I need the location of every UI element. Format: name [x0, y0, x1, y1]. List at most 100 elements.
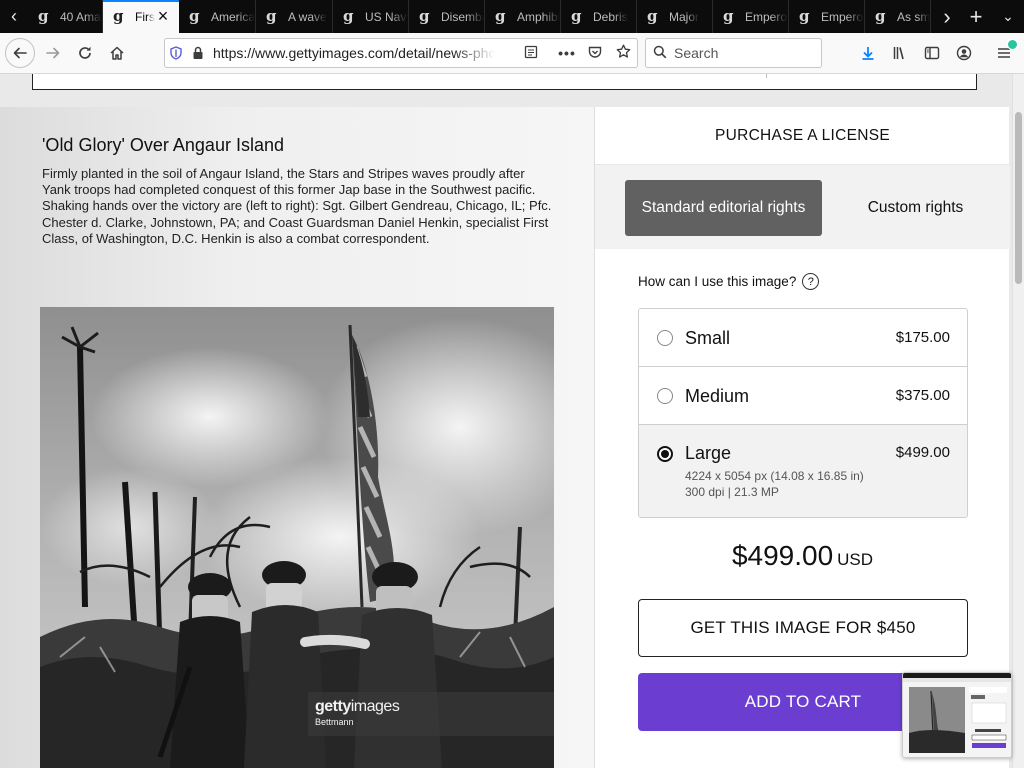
download-icon[interactable]	[852, 37, 884, 69]
menu-icon[interactable]	[988, 37, 1020, 69]
tab-title: Emperor	[745, 9, 788, 24]
gettyimages-favicon-icon: g	[799, 6, 810, 25]
help-icon[interactable]: ?	[802, 273, 820, 290]
total-price: $499.00 USD	[595, 540, 1010, 572]
reload-icon[interactable]	[69, 37, 101, 69]
tab-8[interactable]: g Major	[637, 0, 713, 33]
bookmark-star-icon[interactable]	[609, 44, 637, 62]
gettyimages-favicon-icon: g	[189, 6, 200, 25]
image-caption: Firmly planted in the soil of Angaur Isl…	[42, 166, 552, 246]
tab-2[interactable]: g American	[179, 0, 256, 33]
image-title: 'Old Glory' Over Angaur Island	[42, 135, 284, 155]
sidebar-icon[interactable]	[916, 37, 948, 69]
pocket-icon[interactable]	[581, 45, 609, 62]
total-amount: $499.00	[731, 540, 834, 571]
tab-title: First Flag	[135, 9, 155, 24]
gettyimages-favicon-icon: g	[495, 6, 506, 25]
reader-view-icon[interactable]	[517, 45, 545, 62]
gettyimages-favicon-icon: g	[647, 6, 658, 25]
gettyimages-favicon-icon: g	[875, 6, 886, 25]
lock-icon[interactable]	[187, 39, 209, 67]
tab-0[interactable]: g 40 Amazing	[28, 0, 103, 33]
gettyimages-favicon-icon: g	[38, 6, 49, 25]
size-dimensions: 4224 x 5054 px (14.08 x 16.85 in)	[685, 469, 864, 483]
standard-editorial-rights-button[interactable]: Standard editorial rights	[625, 180, 822, 236]
close-tab-icon[interactable]: ×	[155, 7, 171, 25]
getty-watermark: gettyimages Bettmann	[308, 692, 554, 736]
url-text[interactable]: https://www.gettyimages.com/detail/news-…	[213, 45, 495, 61]
tab-6[interactable]: g Amphibious	[485, 0, 561, 33]
rights-selector: Standard editorial rights Custom rights	[595, 165, 1010, 249]
update-available-icon	[1007, 39, 1018, 50]
tab-5[interactable]: g Disembark	[409, 0, 485, 33]
forward-icon[interactable]	[37, 37, 69, 69]
size-option-small[interactable]: Small $175.00	[639, 309, 967, 367]
page-content: 'Old Glory' Over Angaur Island Firmly pl…	[0, 74, 1012, 768]
screenshot-preview-thumbnail[interactable]	[902, 672, 1012, 758]
tab-title: American	[211, 9, 255, 24]
home-icon[interactable]	[101, 37, 133, 69]
search-input[interactable]	[674, 45, 814, 61]
custom-rights-button[interactable]: Custom rights	[817, 180, 1012, 236]
tracking-protection-shield-icon[interactable]	[165, 39, 187, 67]
tab-10[interactable]: g Emperor	[789, 0, 865, 33]
radio-small[interactable]	[657, 330, 673, 346]
get-this-image-button[interactable]: GET THIS IMAGE FOR $450	[638, 599, 968, 657]
tab-3[interactable]: g A wave	[256, 0, 333, 33]
gettyimages-favicon-icon: g	[419, 6, 430, 25]
tab-1-active[interactable]: g First Flag ×	[103, 0, 179, 33]
gettyimages-favicon-icon: g	[343, 6, 354, 25]
account-icon[interactable]	[948, 37, 980, 69]
size-name: Small	[685, 328, 731, 348]
tab-title: Major	[669, 9, 700, 24]
url-bar[interactable]: https://www.gettyimages.com/detail/news-…	[164, 38, 638, 68]
tab-9[interactable]: g Emperor	[713, 0, 789, 33]
getty-logo: gettyimages	[315, 698, 400, 715]
size-price: $499.00	[895, 444, 950, 461]
tab-11[interactable]: g As small	[865, 0, 931, 33]
gettyimages-favicon-icon: g	[571, 6, 582, 25]
tab-strip: ‹ g 40 Amazing g First Flag × g American…	[0, 0, 1024, 33]
new-tab-icon[interactable]: +	[960, 0, 992, 33]
gettyimages-favicon-icon: g	[266, 6, 277, 25]
tab-title: As small	[897, 9, 930, 24]
more-actions-icon[interactable]: •••	[553, 45, 581, 61]
scroll-tabs-left-icon[interactable]: ‹	[0, 0, 28, 33]
page-scrollbar[interactable]	[1012, 74, 1024, 768]
radio-medium[interactable]	[657, 388, 673, 404]
gettyimages-favicon-icon: g	[113, 6, 124, 25]
list-all-tabs-icon[interactable]: ⌄	[992, 0, 1024, 33]
header-search-frame	[32, 74, 977, 90]
size-name: Large	[685, 443, 732, 463]
usage-question: How can I use this image? ?	[638, 273, 820, 290]
library-icon[interactable]	[884, 37, 916, 69]
size-name: Medium	[685, 386, 750, 406]
total-currency: USD	[837, 550, 874, 569]
purchase-license-heading: PURCHASE A LICENSE	[595, 107, 1010, 165]
back-icon[interactable]	[5, 38, 35, 68]
tab-title: Emperor	[821, 9, 864, 24]
tab-4[interactable]: g US Navy	[333, 0, 409, 33]
radio-large-selected[interactable]	[657, 446, 673, 462]
tab-title: 40 Amazing	[60, 9, 102, 24]
navigation-toolbar: https://www.gettyimages.com/detail/news-…	[0, 33, 1024, 74]
tab-title: Amphibious	[517, 9, 560, 24]
search-icon	[646, 45, 674, 62]
tab-title: Debris	[593, 9, 628, 24]
size-option-medium[interactable]: Medium $375.00	[639, 367, 967, 425]
photo-credit: Bettmann	[315, 717, 354, 727]
size-option-large[interactable]: Large $499.00 4224 x 5054 px (14.08 x 16…	[639, 425, 967, 517]
scroll-tabs-right-icon[interactable]: ›	[931, 0, 963, 33]
size-resolution: 300 dpi | 21.3 MP	[685, 485, 779, 499]
search-bar[interactable]	[645, 38, 822, 68]
tab-title: Disembark	[441, 9, 484, 24]
usage-question-text: How can I use this image?	[638, 274, 797, 289]
size-price: $375.00	[895, 387, 950, 404]
size-price: $175.00	[895, 329, 950, 346]
tab-7[interactable]: g Debris	[561, 0, 637, 33]
size-options: Small $175.00 Medium $375.00 Large $499.…	[638, 308, 968, 518]
tab-title: A wave	[288, 9, 327, 24]
scrollbar-thumb[interactable]	[1015, 112, 1022, 284]
gettyimages-favicon-icon: g	[723, 6, 734, 25]
purchase-panel: PURCHASE A LICENSE Standard editorial ri…	[594, 107, 1010, 768]
